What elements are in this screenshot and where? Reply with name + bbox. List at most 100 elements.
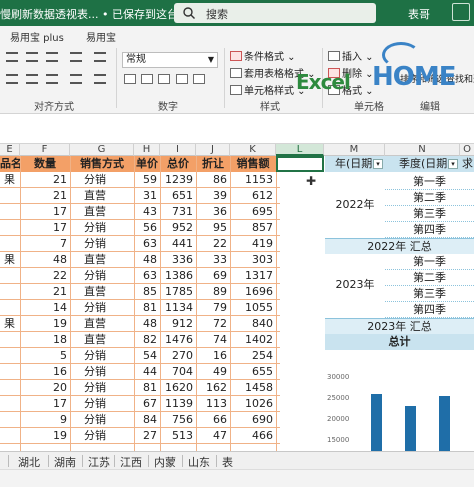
pivot-quarter[interactable]: 第三季 (385, 206, 474, 222)
comma-icon[interactable] (158, 74, 171, 84)
currency-icon[interactable] (124, 74, 136, 84)
pivot-quarter[interactable]: 第一季 (385, 174, 474, 190)
cell-sale-method[interactable]: 直营 (70, 188, 134, 204)
orientation-icon[interactable] (70, 52, 82, 62)
cell-unit-price[interactable]: 44 (134, 364, 160, 380)
cell-sales[interactable]: 1458 (230, 380, 276, 396)
cell-unit-price[interactable]: 59 (134, 172, 160, 188)
cell-qty[interactable]: 19 (20, 428, 70, 444)
cell-product[interactable] (0, 236, 20, 252)
cell-qty[interactable]: 21 (20, 188, 70, 204)
percent-icon[interactable] (141, 74, 154, 84)
align-right-icon[interactable] (46, 74, 58, 84)
cell-product[interactable]: 果 (0, 172, 20, 188)
cell-discount[interactable]: 72 (196, 316, 230, 332)
column-header-n[interactable]: N (385, 144, 460, 156)
sheet-tab-hunan[interactable]: 湖南 (54, 454, 76, 470)
cell-unit-price[interactable]: 81 (134, 300, 160, 316)
cell-unit-price[interactable]: 82 (134, 332, 160, 348)
wrap-text-icon[interactable] (94, 52, 106, 62)
cell-qty[interactable]: 18 (20, 332, 70, 348)
user-name[interactable]: 表哥 (408, 6, 430, 22)
column-header-j[interactable]: J (196, 144, 230, 156)
cell-total-price[interactable]: 336 (160, 252, 196, 268)
cell-sales[interactable]: 1402 (230, 332, 276, 348)
cell-sale-method[interactable]: 分销 (70, 348, 134, 364)
cell-product[interactable] (0, 220, 20, 236)
header-qty[interactable]: 数量 (20, 156, 70, 172)
align-top-icon[interactable] (6, 52, 18, 62)
cell-sale-method[interactable]: 分销 (70, 300, 134, 316)
cell-unit-price[interactable]: 84 (134, 412, 160, 428)
pivot-year-2022[interactable]: 2022年 (325, 196, 385, 212)
align-middle-icon[interactable] (26, 52, 38, 62)
alignment-buttons-row1[interactable] (0, 50, 110, 64)
cell-discount[interactable]: 22 (196, 236, 230, 252)
cell-sale-method[interactable]: 直营 (70, 332, 134, 348)
pivot-subtotal-2022[interactable]: 2022年 汇总 (325, 238, 474, 254)
cell-discount[interactable]: 79 (196, 300, 230, 316)
cell-total-price[interactable]: 1134 (160, 300, 196, 316)
pivot-quarter[interactable]: 第一季 (385, 254, 474, 270)
cell-total-price[interactable]: 1620 (160, 380, 196, 396)
cell-qty[interactable]: 17 (20, 220, 70, 236)
pivot-header-quarter[interactable]: 季度(日期) ▾ (385, 156, 460, 172)
cell-sales[interactable]: 1153 (230, 172, 276, 188)
cell-qty[interactable]: 7 (20, 236, 70, 252)
header-discount[interactable]: 折让 (196, 156, 230, 172)
cell-total-price[interactable]: 952 (160, 220, 196, 236)
cell-product[interactable] (0, 284, 20, 300)
tab-yiyongbao-plus[interactable]: 易用宝 plus (10, 29, 64, 44)
pivot-grand-total[interactable]: 总计 (325, 334, 474, 350)
align-center-icon[interactable] (26, 74, 38, 84)
cell-unit-price[interactable]: 67 (134, 396, 160, 412)
cell-sale-method[interactable]: 分销 (70, 412, 134, 428)
cell-discount[interactable]: 33 (196, 252, 230, 268)
cell-total-price[interactable]: 912 (160, 316, 196, 332)
cell-unit-price[interactable]: 31 (134, 188, 160, 204)
cell-unit-price[interactable]: 43 (134, 204, 160, 220)
align-left-icon[interactable] (6, 74, 18, 84)
header-sales[interactable]: 销售额 (230, 156, 276, 172)
cell-sale-method[interactable]: 分销 (70, 364, 134, 380)
sheet-tab-jiangsu[interactable]: 江苏 (88, 454, 110, 470)
cell-total-price[interactable]: 270 (160, 348, 196, 364)
cell-discount[interactable]: 69 (196, 268, 230, 284)
pivot-quarter[interactable]: 第四季 (385, 222, 474, 238)
cell-qty[interactable]: 21 (20, 284, 70, 300)
cell-sale-method[interactable]: 直营 (70, 204, 134, 220)
pivot-header-year[interactable]: 年(日期) ▾ (325, 156, 385, 172)
cell-total-price[interactable]: 1139 (160, 396, 196, 412)
cell-discount[interactable]: 16 (196, 348, 230, 364)
cell-unit-price[interactable]: 48 (134, 252, 160, 268)
cell-unit-price[interactable]: 56 (134, 220, 160, 236)
pivot-quarter[interactable]: 第三季 (385, 286, 474, 302)
cell-sales[interactable]: 857 (230, 220, 276, 236)
cell-sales[interactable]: 1317 (230, 268, 276, 284)
pivot-subtotal-2023[interactable]: 2023年 汇总 (325, 318, 474, 334)
cell-total-price[interactable]: 704 (160, 364, 196, 380)
cell-sale-method[interactable]: 分销 (70, 396, 134, 412)
cell-sales[interactable]: 419 (230, 236, 276, 252)
filter-dropdown-icon[interactable]: ▾ (373, 159, 383, 169)
cell-sale-method[interactable]: 直营 (70, 252, 134, 268)
cell-sales[interactable]: 840 (230, 316, 276, 332)
cell-styles-button[interactable]: 单元格样式 ⌄ (230, 82, 306, 97)
insert-button[interactable]: 插入 ⌄ (328, 48, 374, 63)
number-format-buttons[interactable] (124, 74, 207, 86)
column-header-g[interactable]: G (70, 144, 134, 156)
cell-total-price[interactable]: 651 (160, 188, 196, 204)
header-sale-method[interactable]: 销售方式 (70, 156, 134, 172)
cell-total-price[interactable]: 1785 (160, 284, 196, 300)
align-bottom-icon[interactable] (46, 52, 58, 62)
cell-product[interactable] (0, 380, 20, 396)
cell-sales[interactable]: 254 (230, 348, 276, 364)
cell-discount[interactable]: 113 (196, 396, 230, 412)
cell-sales[interactable]: 303 (230, 252, 276, 268)
cell-sales[interactable]: 1055 (230, 300, 276, 316)
cell-sale-method[interactable]: 分销 (70, 428, 134, 444)
cell-sale-method[interactable]: 分销 (70, 380, 134, 396)
chart-bar[interactable] (371, 393, 382, 456)
ribbon-display-options-icon[interactable] (452, 3, 470, 21)
cell-unit-price[interactable]: 48 (134, 316, 160, 332)
